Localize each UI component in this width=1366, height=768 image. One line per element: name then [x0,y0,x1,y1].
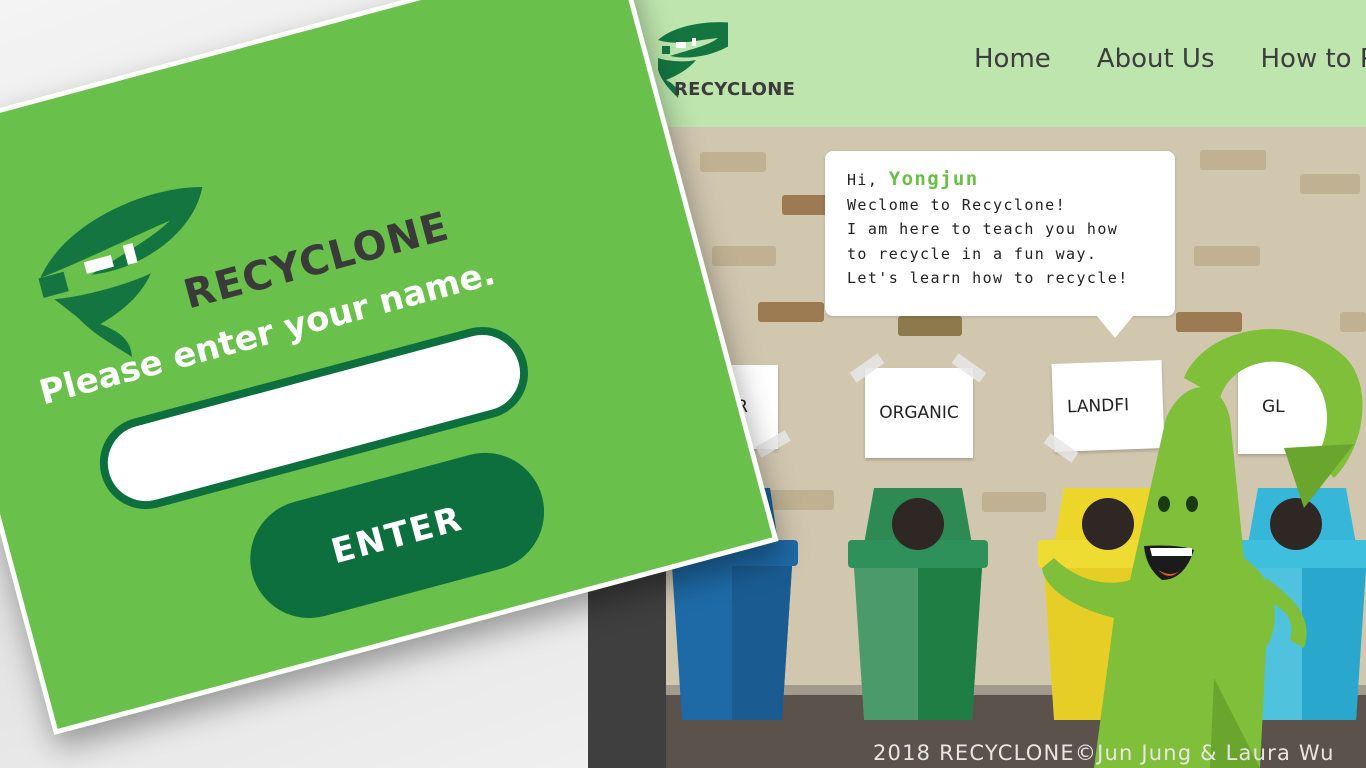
bubble-line-3: to recycle in a fun way. [847,244,1098,263]
bubble-text: Hi, Yongjun Weclome to Recyclone! I am h… [847,167,1129,291]
bubble-line-2: I am here to teach you how [847,220,1119,238]
bubble-greeting: Hi, [847,171,889,189]
nav-about-us[interactable]: About Us [1097,44,1215,74]
bubble-username: Yongjun [888,168,979,190]
bin-label-organic: ORGANIC [865,368,973,458]
speech-bubble: Hi, Yongjun Weclome to Recyclone! I am h… [825,151,1175,338]
bubble-line-4: Let's learn how to recycle! [847,269,1129,287]
site-logo-text: RECYCLONE [674,79,796,100]
bubble-line-1: Weclome to Recyclone! [847,195,1067,214]
nav-home[interactable]: Home [974,44,1051,74]
main-nav: Home About Us How to P [974,44,1366,74]
green-organic-bin [848,488,988,720]
site-header: RECYCLONE Home About Us How to P [588,0,1366,127]
recyclone-mascot [1042,329,1363,768]
site-footer: 2018 RECYCLONE©Jun Jung & Laura Wu [873,741,1335,765]
nav-how-to[interactable]: How to P [1261,44,1366,74]
